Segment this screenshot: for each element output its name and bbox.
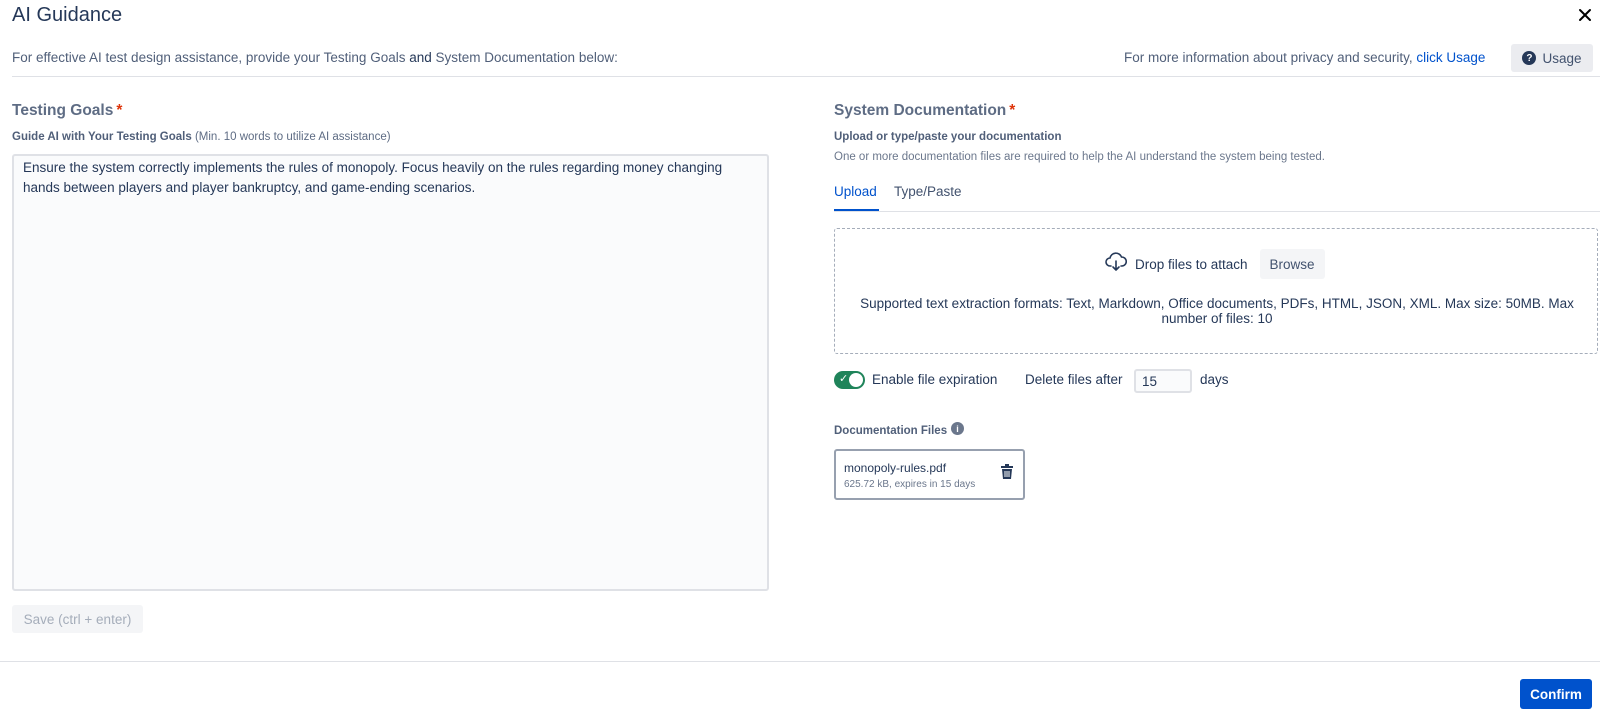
question-circle-icon: ? xyxy=(1522,51,1537,65)
days-unit-label: days xyxy=(1200,372,1229,387)
file-expiration-label: Enable file expiration xyxy=(872,372,998,387)
close-icon[interactable] xyxy=(1574,4,1596,26)
file-name: monopoly-rules.pdf xyxy=(844,461,947,475)
privacy-text: For more information about privacy and s… xyxy=(1124,50,1486,65)
file-expiration-toggle[interactable]: ✓ xyxy=(834,371,865,389)
testing-goals-help: Guide AI with Your Testing Goals (Min. 1… xyxy=(12,131,391,143)
tab-upload[interactable]: Upload xyxy=(834,184,879,211)
documentation-subtitle: Upload or type/paste your documentation xyxy=(834,131,1062,143)
system-documentation-title: System Documentation * xyxy=(834,102,1016,119)
required-mark: * xyxy=(1009,102,1016,119)
documentation-help: One or more documentation files are requ… xyxy=(834,151,1325,163)
intro-text: For effective AI test design assistance,… xyxy=(12,50,618,65)
delete-files-label: Delete files after xyxy=(1025,372,1123,387)
confirm-button[interactable]: Confirm xyxy=(1520,679,1592,709)
save-button[interactable]: Save (ctrl + enter) xyxy=(12,605,143,633)
usage-button-label: Usage xyxy=(1542,50,1582,66)
click-usage-link[interactable]: click Usage xyxy=(1416,50,1485,65)
file-card[interactable]: monopoly-rules.pdf 625.72 kB, expires in… xyxy=(834,449,1025,500)
expiration-days-input[interactable] xyxy=(1134,369,1192,393)
supported-formats-text: Supported text extraction formats: Text,… xyxy=(860,296,1574,326)
header-divider xyxy=(12,76,1600,77)
documentation-files-label: Documentation Files xyxy=(834,425,948,437)
usage-button[interactable]: ? Usage xyxy=(1511,44,1593,72)
trash-icon[interactable] xyxy=(1000,464,1016,482)
drop-files-text: Drop files to attach xyxy=(1135,256,1248,272)
testing-goals-title: Testing Goals * xyxy=(12,102,123,119)
check-icon: ✓ xyxy=(839,373,849,385)
testing-goals-textarea[interactable]: Ensure the system correctly implements t… xyxy=(12,154,769,591)
info-icon[interactable]: i xyxy=(951,422,964,435)
cloud-upload-icon xyxy=(1105,251,1128,277)
dialog-title: AI Guidance xyxy=(12,4,123,26)
required-mark: * xyxy=(116,102,123,119)
file-meta: 625.72 kB, expires in 15 days xyxy=(844,479,976,490)
browse-button[interactable]: Browse xyxy=(1259,249,1325,279)
tab-type-paste[interactable]: Type/Paste xyxy=(894,184,962,209)
file-dropzone[interactable]: Drop files to attach Browse Supported te… xyxy=(834,228,1598,354)
documentation-tabs: Upload Type/Paste xyxy=(834,182,1600,212)
footer-divider xyxy=(0,661,1600,662)
